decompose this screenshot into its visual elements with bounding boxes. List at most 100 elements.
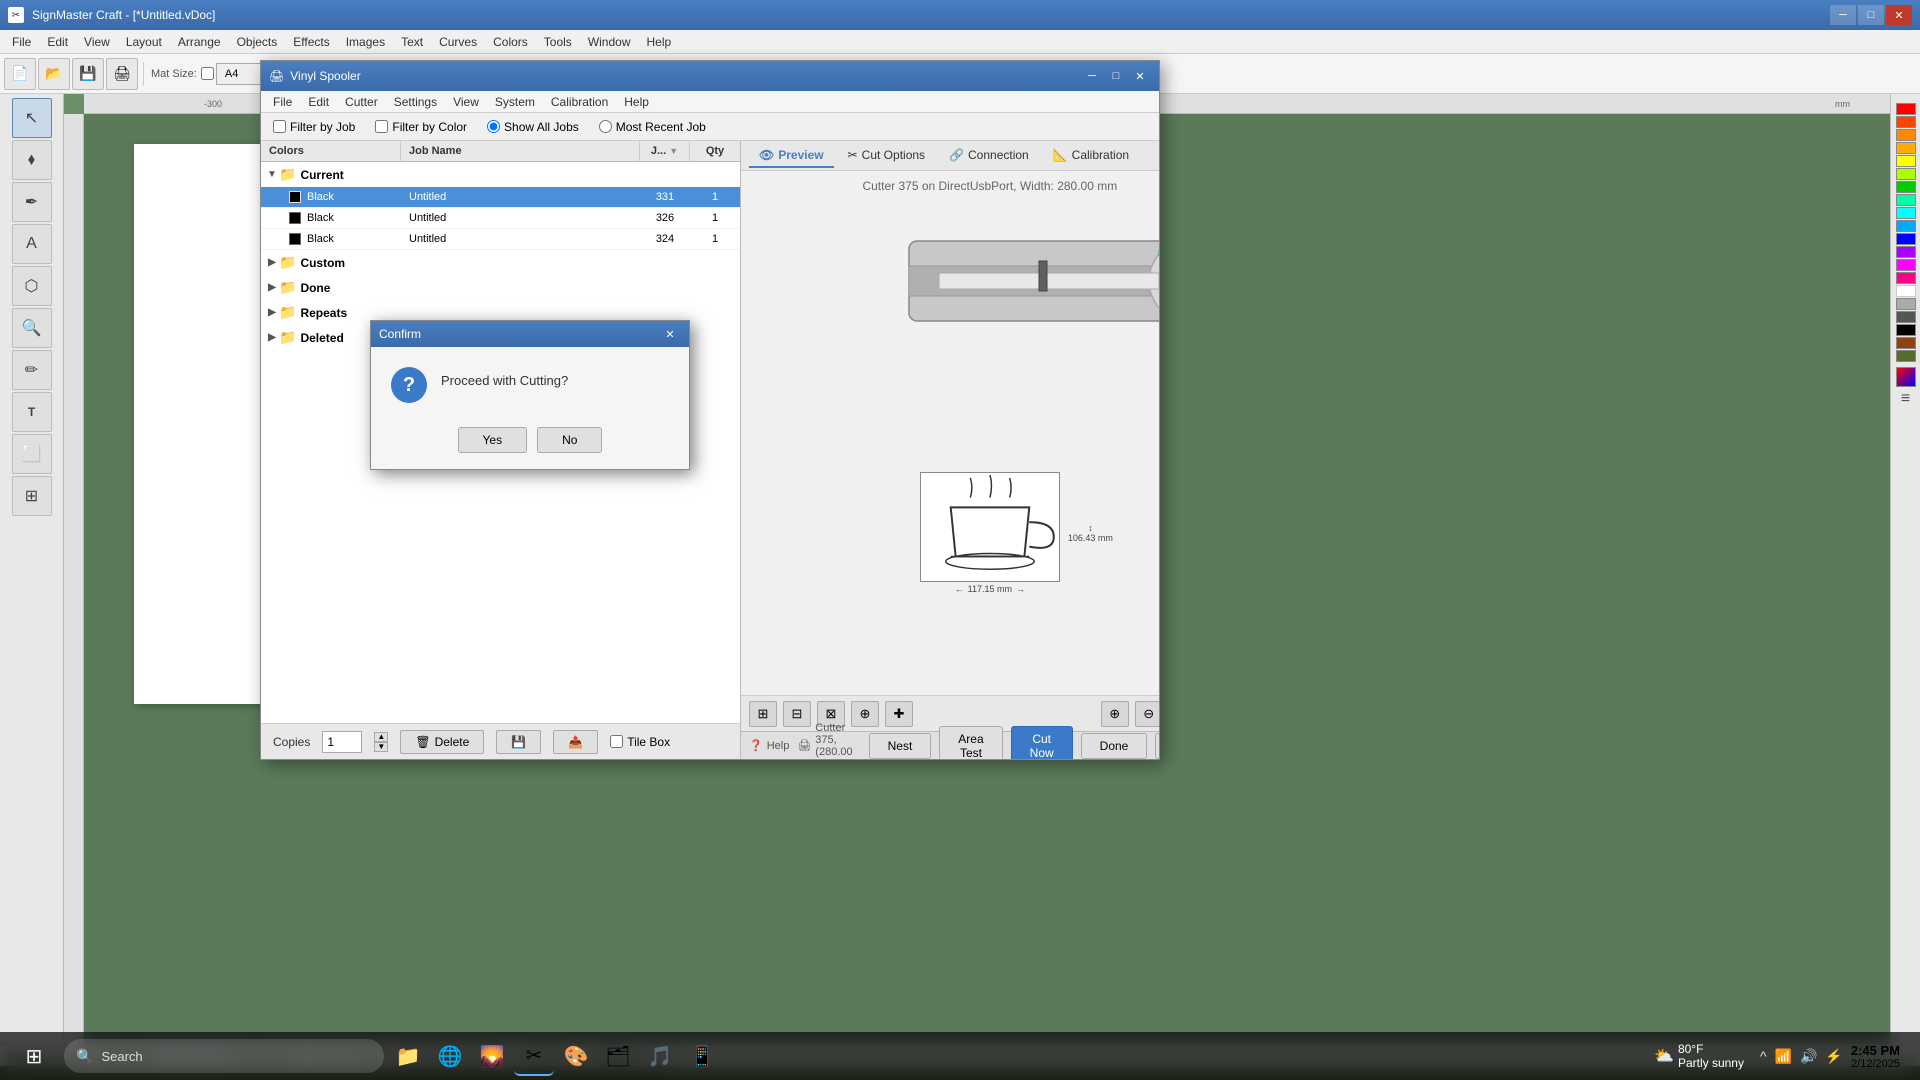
text-tool[interactable]: A xyxy=(12,224,52,264)
done-button[interactable]: Done xyxy=(1081,733,1148,759)
cancel-button[interactable]: Cancel xyxy=(1155,733,1159,759)
pencil-tool[interactable]: ✏ xyxy=(12,350,52,390)
volume-icon[interactable]: 🔊 xyxy=(1800,1048,1817,1065)
color-swatch-blue[interactable] xyxy=(1896,233,1916,245)
zoom-tool[interactable]: 🔍 xyxy=(12,308,52,348)
menu-effects[interactable]: Effects xyxy=(285,30,337,53)
filter-by-color-option[interactable]: Filter by Color xyxy=(375,120,467,134)
tab-cut-options[interactable]: ✂ Cut Options xyxy=(838,144,935,168)
job-row-326[interactable]: Black Untitled 326 1 xyxy=(261,208,740,229)
clock[interactable]: 2:45 PM 2/12/2025 xyxy=(1851,1043,1900,1070)
confirm-no-button[interactable]: No xyxy=(537,427,602,453)
tab-calibration[interactable]: 📐 Calibration xyxy=(1043,144,1139,168)
taskbar-app-winrar[interactable]: 🗂 xyxy=(598,1036,638,1076)
copies-input[interactable] xyxy=(322,731,362,753)
color-swatch-black[interactable] xyxy=(1896,324,1916,336)
text-tool-2[interactable]: T xyxy=(12,392,52,432)
menu-objects[interactable]: Objects xyxy=(229,30,286,53)
extra-tool[interactable]: ⊞ xyxy=(12,476,52,516)
color-swatch-olive[interactable] xyxy=(1896,350,1916,362)
sp-menu-settings[interactable]: Settings xyxy=(386,93,445,111)
maximize-button[interactable]: □ xyxy=(1858,5,1884,25)
job-row-324[interactable]: Black Untitled 324 1 xyxy=(261,229,740,250)
menu-help[interactable]: Help xyxy=(639,30,680,53)
color-swatch-purple[interactable] xyxy=(1896,246,1916,258)
close-button[interactable]: ✕ xyxy=(1886,5,1912,25)
tab-connection[interactable]: 🔗 Connection xyxy=(939,144,1039,168)
weather-widget[interactable]: ⛅ 80°F Partly sunny xyxy=(1646,1042,1752,1070)
menu-edit[interactable]: Edit xyxy=(39,30,76,53)
print-button[interactable]: 🖨 xyxy=(106,58,138,90)
taskbar-app-illustrator[interactable]: 🎨 xyxy=(556,1036,596,1076)
sp-menu-system[interactable]: System xyxy=(487,93,543,111)
color-swatch-white[interactable] xyxy=(1896,285,1916,297)
preview-zoom-out[interactable]: ⊖ xyxy=(1135,701,1159,727)
spooler-close-button[interactable]: ✕ xyxy=(1129,67,1151,85)
menu-images[interactable]: Images xyxy=(338,30,393,53)
filter-by-job-checkbox[interactable] xyxy=(273,120,286,133)
network-icon[interactable]: 📶 xyxy=(1775,1048,1792,1065)
cut-now-button[interactable]: Cut Now xyxy=(1011,726,1073,760)
color-swatch-sky-blue[interactable] xyxy=(1896,220,1916,232)
color-swatch-orange-red[interactable] xyxy=(1896,116,1916,128)
color-swatch-hot-pink[interactable] xyxy=(1896,272,1916,284)
color-swatch-spring-green[interactable] xyxy=(1896,194,1916,206)
color-swatch-dark-gray[interactable] xyxy=(1896,311,1916,323)
most-recent-job-option[interactable]: Most Recent Job xyxy=(599,120,706,134)
color-swatch-gray[interactable] xyxy=(1896,298,1916,310)
open-button[interactable]: 📂 xyxy=(38,58,70,90)
export-button[interactable]: 📤 xyxy=(553,730,598,754)
node-tool[interactable]: ⬧ xyxy=(12,140,52,180)
sp-menu-cutter[interactable]: Cutter xyxy=(337,93,386,111)
color-swatch-red[interactable] xyxy=(1896,103,1916,115)
taskbar-app-bing[interactable]: 🌄 xyxy=(472,1036,512,1076)
taskbar-app-signmaster[interactable]: ✂ xyxy=(514,1036,554,1076)
color-swatch-yellow[interactable] xyxy=(1896,155,1916,167)
color-swatch-orange[interactable] xyxy=(1896,129,1916,141)
taskbar-app-scanner[interactable]: 📱 xyxy=(682,1036,722,1076)
show-all-jobs-option[interactable]: Show All Jobs xyxy=(487,120,579,134)
menu-arrange[interactable]: Arrange xyxy=(170,30,229,53)
taskbar-search[interactable]: 🔍 Search xyxy=(64,1039,384,1073)
copies-up-button[interactable]: ▲ xyxy=(374,732,388,742)
preview-zoom-in[interactable]: ⊕ xyxy=(1101,701,1129,727)
spooler-maximize-button[interactable]: □ xyxy=(1105,67,1127,85)
battery-icon[interactable]: ⚡ xyxy=(1825,1048,1842,1065)
taskbar-app-files[interactable]: 📁 xyxy=(388,1036,428,1076)
confirm-close-button[interactable]: ✕ xyxy=(659,325,681,343)
taskbar-app-browser[interactable]: 🌐 xyxy=(430,1036,470,1076)
select-tool[interactable]: ↖ xyxy=(12,98,52,138)
color-swatch-yellow-green[interactable] xyxy=(1896,168,1916,180)
area-test-button[interactable]: Area Test xyxy=(939,726,1002,760)
start-button[interactable]: ⊞ xyxy=(8,1038,60,1074)
group-done-header[interactable]: ▶ 📁 Done xyxy=(261,275,740,300)
save-job-button[interactable]: 💾 xyxy=(496,730,541,754)
preview-tool-4[interactable]: ⊕ xyxy=(851,701,879,727)
minimize-button[interactable]: ─ xyxy=(1830,5,1856,25)
tab-preview[interactable]: 👁 Preview xyxy=(749,144,834,168)
filter-by-color-checkbox[interactable] xyxy=(375,120,388,133)
group-current-header[interactable]: ▼ 📁 Current xyxy=(261,162,740,187)
color-swatch-magenta[interactable] xyxy=(1896,259,1916,271)
tray-expand-icon[interactable]: ^ xyxy=(1760,1048,1767,1064)
menu-tools[interactable]: Tools xyxy=(536,30,580,53)
sp-menu-file[interactable]: File xyxy=(265,93,300,111)
sp-menu-help[interactable]: Help xyxy=(616,93,657,111)
sp-menu-view[interactable]: View xyxy=(445,93,487,111)
group-custom-header[interactable]: ▶ 📁 Custom xyxy=(261,250,740,275)
sp-menu-edit[interactable]: Edit xyxy=(300,93,337,111)
copies-down-button[interactable]: ▼ xyxy=(374,742,388,752)
color-swatch-amber[interactable] xyxy=(1896,142,1916,154)
taskbar-app-audio[interactable]: 🎵 xyxy=(640,1036,680,1076)
color-gradient-swatch[interactable] xyxy=(1896,367,1916,387)
nest-button[interactable]: Nest xyxy=(869,733,932,759)
preview-tool-5[interactable]: ✚ xyxy=(885,701,913,727)
save-button[interactable]: 💾 xyxy=(72,58,104,90)
mat-size-checkbox[interactable] xyxy=(201,67,214,80)
spooler-help-button[interactable]: ❓ Help xyxy=(749,739,789,752)
preview-tool-1[interactable]: ⊞ xyxy=(749,701,777,727)
filter-by-job-option[interactable]: Filter by Job xyxy=(273,120,355,134)
most-recent-job-radio[interactable] xyxy=(599,120,612,133)
job-row-331[interactable]: Black Untitled 331 1 xyxy=(261,187,740,208)
new-button[interactable]: 📄 xyxy=(4,58,36,90)
